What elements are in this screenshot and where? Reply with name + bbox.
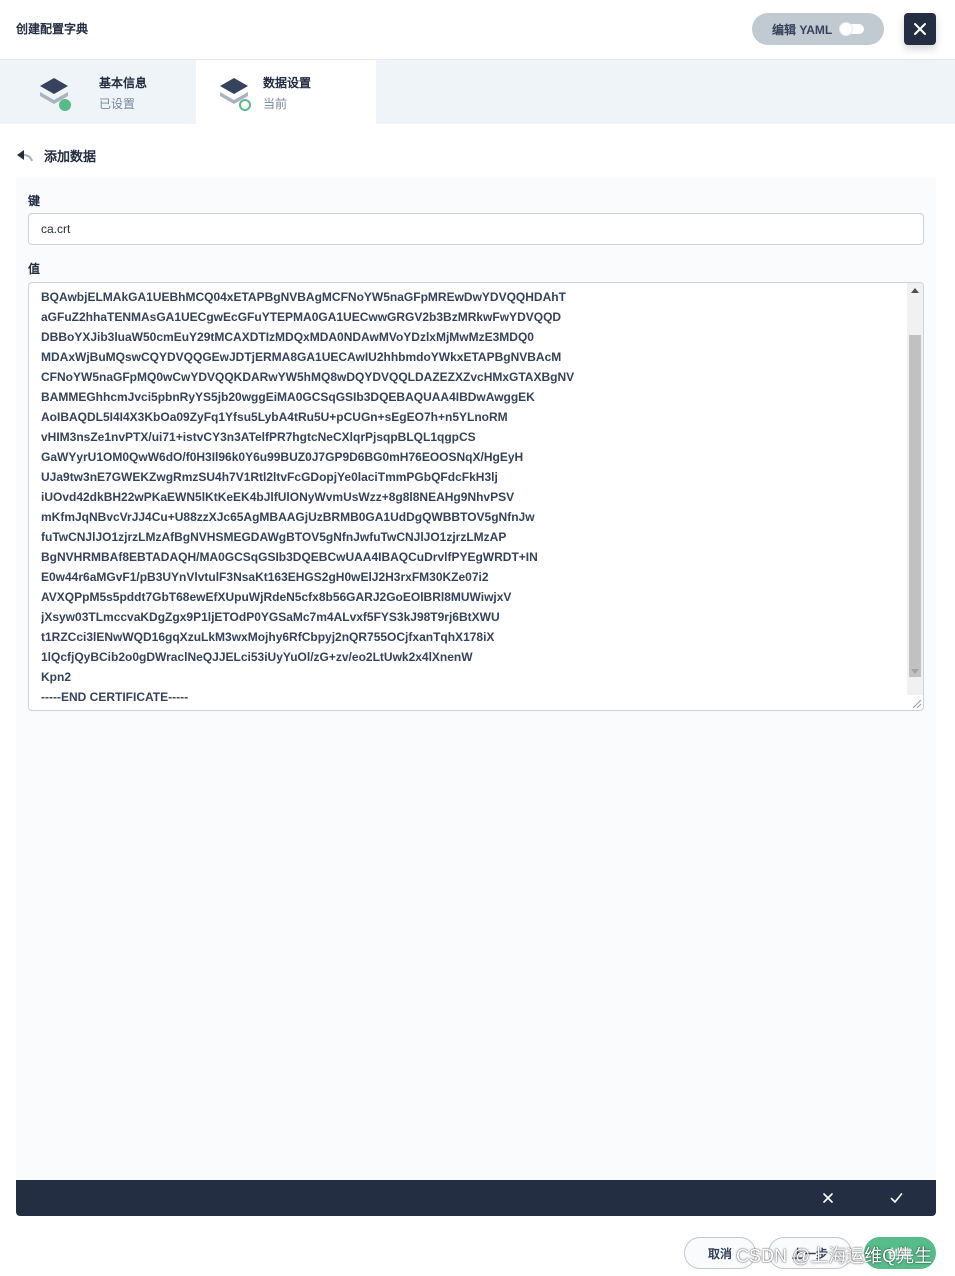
value-scrollbar[interactable] — [907, 283, 923, 695]
value-line: DBBoYXJib3luaW50cmEuY29tMCAXDTIzMDQxMDA0… — [41, 330, 534, 344]
value-label: 值 — [28, 262, 41, 276]
value-line: BAMMEGhhcmJvci5pbnRyYS5jb20wggEiMA0GCSqG… — [41, 390, 535, 404]
layers-icon — [220, 78, 251, 111]
value-textarea[interactable]: BQAwbjELMAkGA1UEBhMCQ04xETAPBgNVBAgMCFNo… — [28, 282, 924, 711]
step-title: 数据设置 — [263, 76, 312, 90]
value-content: BQAwbjELMAkGA1UEBhMCQ04xETAPBgNVBAgMCFNo… — [41, 287, 901, 707]
value-line: aGFuZ2hhaTENMAsGA1UECgwEcGFuYTEPMA0GA1UE… — [41, 310, 562, 324]
value-line: t1RZCci3lENwWQD16gqXzuLkM3wxMojhy6RfCbpy… — [41, 630, 495, 644]
data-form-panel: 键 值 BQAwbjELMAkGA1UEBhMCQ04xETAPBgNVBAgM… — [16, 178, 936, 1180]
key-input[interactable] — [28, 213, 924, 245]
scroll-thumb[interactable] — [909, 335, 921, 677]
back-label: 添加数据 — [44, 149, 97, 164]
step-basic-info[interactable]: 基本信息 已设置 — [16, 60, 196, 124]
watermark: CSDN @上海运维Q先生 — [736, 1246, 933, 1266]
value-line: 1lQcfjQyBCib2o0gDWraclNeQJJELci53iUyYuOl… — [41, 650, 473, 664]
data-action-bar — [16, 1180, 936, 1216]
value-line: BgNVHRMBAf8EBTADAQH/MA0GCSqGSIb3DQEBCwUA… — [41, 550, 538, 564]
value-line: AoIBAQDL5I4I4X3KbOa09ZyFq1Yfsu5LybA4tRu5… — [41, 410, 508, 424]
layers-icon — [40, 78, 71, 111]
toggle-switch-icon — [840, 23, 864, 35]
discard-button[interactable] — [820, 1190, 836, 1206]
close-button[interactable] — [904, 13, 936, 45]
value-line: AVXQPpM5s5pddt7GbT68ewEfXUpuWjRdeN5cfx8b… — [41, 590, 512, 604]
value-line: Kpn2 — [41, 670, 71, 684]
value-line: BQAwbjELMAkGA1UEBhMCQ04xETAPBgNVBAgMCFNo… — [41, 290, 566, 304]
value-line: MDAxWjBuMQswCQYDVQQGEwJDTjERMA8GA1UECAwI… — [41, 350, 562, 364]
close-icon — [823, 1193, 833, 1203]
step-title: 基本信息 — [99, 76, 148, 90]
wizard-steps: 基本信息 已设置 数据设置 当前 — [0, 60, 955, 124]
back-arrow-icon — [17, 149, 33, 161]
modal-title: 创建配置字典 — [16, 22, 89, 36]
cancel-label: 取消 — [707, 1246, 732, 1261]
value-line: iUOvd42dkBH22wPKaEWN5lKtKeEK4bJlfUlONyWv… — [41, 490, 515, 504]
scroll-down-icon[interactable] — [911, 669, 919, 674]
value-line: jXsyw03TLmccvaKDgZgx9P1ljETOdP0YGSaMc7m4… — [41, 610, 500, 624]
value-line: UJa9tw3nE7GWEKZwgRmzSU4h7V1Rtl2ltvFcGDop… — [41, 470, 498, 484]
value-line: -----END CERTIFICATE----- — [41, 690, 189, 704]
value-line: E0w44r6aMGvF1/pB3UYnVlvtulF3NsaKt163EHGS… — [41, 570, 489, 584]
confirm-button[interactable] — [888, 1190, 904, 1206]
value-line: GaWYyrU1OM0QwW6dO/f0H3Il96k0Y6u99BUZ0J7G… — [41, 450, 524, 464]
key-label: 键 — [28, 194, 41, 208]
edit-yaml-label: 编辑 YAML — [772, 22, 833, 37]
check-icon — [890, 1193, 902, 1203]
back-link[interactable]: 添加数据 — [16, 146, 96, 165]
value-line: mKfmJqNBvcVrJJ4Cu+U88zzXJc65AgMBAAGjUzBR… — [41, 510, 535, 524]
scroll-up-icon[interactable] — [911, 288, 919, 293]
value-line: vHIM3nsZe1nvPTX/ui71+istvCY3n3ATelfPR7hg… — [41, 430, 476, 444]
modal-header: 创建配置字典 编辑 YAML — [0, 0, 955, 60]
step-status: 当前 — [263, 97, 288, 111]
close-icon — [914, 23, 926, 35]
value-line: CFNoYW5naGFpMQ0wCwYDVQQKDARwYW5hMQ8wDQYD… — [41, 370, 575, 384]
step-status: 已设置 — [99, 97, 136, 111]
edit-yaml-toggle[interactable]: 编辑 YAML — [752, 13, 884, 45]
resize-grip-icon[interactable] — [910, 697, 922, 709]
step-data-settings[interactable]: 数据设置 当前 — [196, 60, 376, 124]
value-line: fuTwCNJlJO1zjrzLMzAfBgNVHSMEGDAWgBTOV5gN… — [41, 530, 507, 544]
